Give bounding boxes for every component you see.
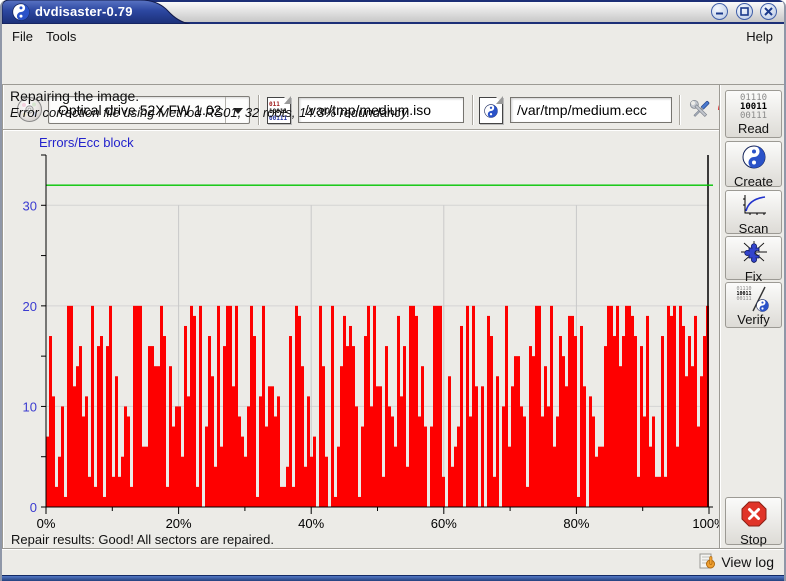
scan-curve-icon xyxy=(740,194,768,216)
stop-button[interactable]: Stop xyxy=(725,497,782,545)
create-button[interactable]: Create xyxy=(725,141,782,187)
title-bar[interactable]: dvdisaster-0.79 xyxy=(2,0,784,24)
yinyang-icon xyxy=(756,299,769,312)
svg-text:0: 0 xyxy=(30,500,37,515)
maximize-button[interactable] xyxy=(736,3,753,20)
main-content: Repairing the image. Error correction fi… xyxy=(2,85,719,548)
app-window: dvdisaster-0.79 File Tools Help xyxy=(0,0,786,581)
menu-tools[interactable]: Tools xyxy=(40,28,82,45)
title-tab: dvdisaster-0.79 xyxy=(2,0,190,24)
stop-octagon-icon xyxy=(741,501,767,527)
window-title: dvdisaster-0.79 xyxy=(35,4,133,19)
window-frame-bottom xyxy=(2,575,784,581)
menu-file[interactable]: File xyxy=(6,28,39,45)
view-log-icon xyxy=(698,552,718,572)
close-icon xyxy=(764,7,773,16)
action-sidebar: 01110 10011 00111 Read Create Scan xyxy=(719,85,786,548)
toolbar: Optical drive 52X FW 1.02 011 10011 0011… xyxy=(2,45,784,85)
status-subtext: Error correction file using Method RS01,… xyxy=(10,105,410,120)
read-icon: 01110 10011 00111 xyxy=(726,94,781,121)
repair-results-text: Repair results: Good! All sectors are re… xyxy=(11,532,274,547)
minimize-button[interactable] xyxy=(711,3,728,20)
verify-button[interactable]: 01110 10011 00111 Verify xyxy=(725,282,782,328)
svg-text:20: 20 xyxy=(23,299,37,314)
svg-text:80%: 80% xyxy=(563,516,589,531)
svg-text:0%: 0% xyxy=(37,516,56,531)
menu-help[interactable]: Help xyxy=(740,28,779,45)
scan-button[interactable]: Scan xyxy=(725,190,782,234)
svg-text:10: 10 xyxy=(23,399,37,414)
view-log-label: View log xyxy=(721,554,774,570)
status-block: Repairing the image. Error correction fi… xyxy=(10,88,410,120)
minimize-icon xyxy=(715,7,724,16)
view-log-button[interactable]: View log xyxy=(698,552,774,572)
fix-button[interactable]: Fix xyxy=(725,236,782,280)
read-button[interactable]: 01110 10011 00111 Read xyxy=(725,90,782,138)
verify-icon: 01110 10011 00111 xyxy=(737,286,771,312)
svg-text:30: 30 xyxy=(23,198,37,213)
close-button[interactable] xyxy=(760,3,777,20)
yinyang-icon xyxy=(742,145,766,169)
app-logo-icon xyxy=(12,3,30,21)
maximize-icon xyxy=(740,7,749,16)
svg-text:20%: 20% xyxy=(166,516,192,531)
status-heading: Repairing the image. xyxy=(10,88,410,104)
errors-chart: 01020300%20%40%60%80%100% xyxy=(3,131,743,531)
svg-text:40%: 40% xyxy=(298,516,324,531)
puzzle-icon xyxy=(740,240,768,264)
footer-bar: View log xyxy=(2,548,784,575)
menu-bar: File Tools Help xyxy=(2,26,784,45)
svg-text:60%: 60% xyxy=(431,516,457,531)
